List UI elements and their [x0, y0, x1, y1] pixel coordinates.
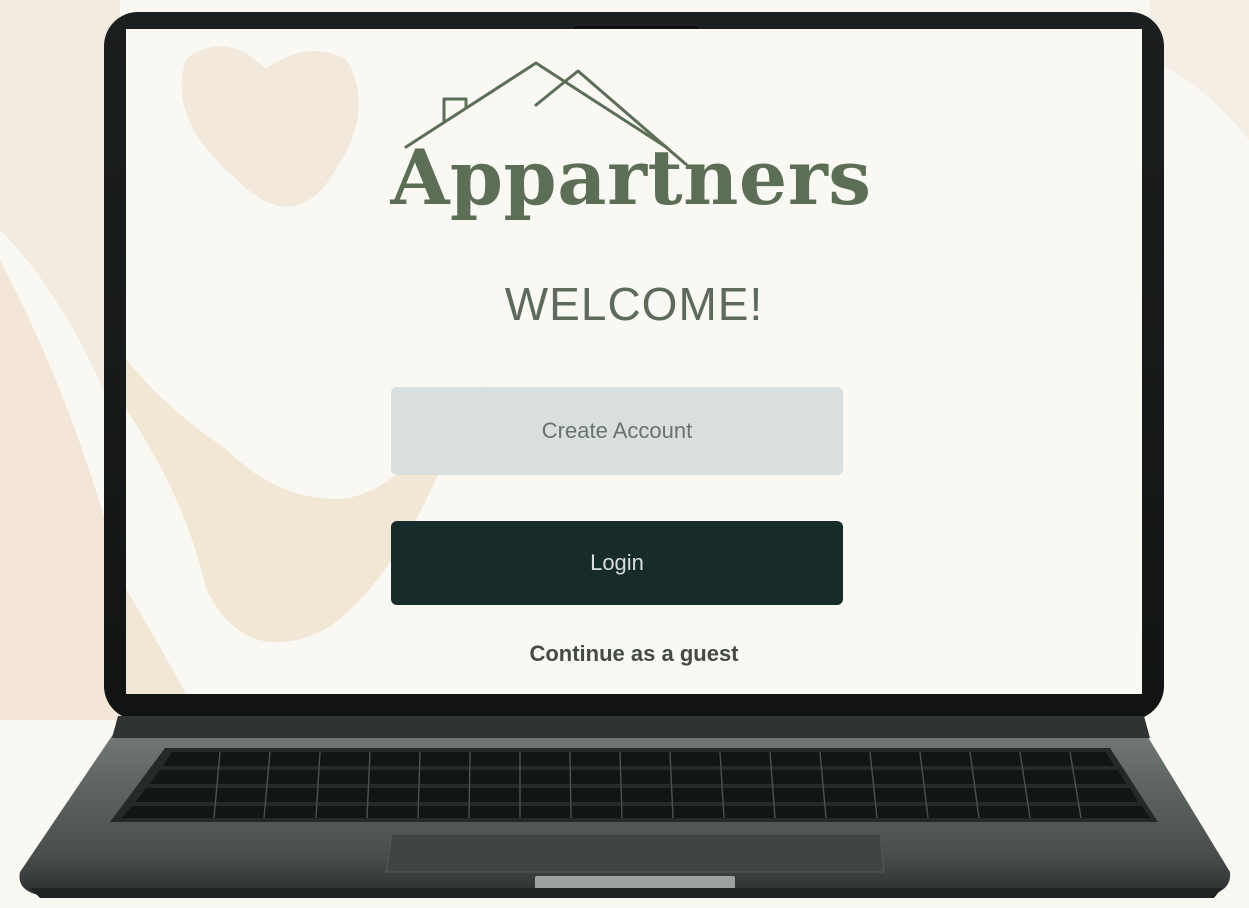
create-account-label: Create Account [541, 418, 693, 443]
app-screen: Appartners WELCOME! Create Account Login… [126, 29, 1142, 694]
app-logo: Appartners [366, 55, 896, 255]
brand-name: Appartners [390, 133, 872, 222]
continue-as-guest-link[interactable]: Continue as a guest [126, 641, 1142, 667]
login-button[interactable]: Login [391, 521, 843, 605]
create-account-button[interactable]: Create Account [391, 387, 843, 475]
laptop-mockup: Appartners WELCOME! Create Account Login… [0, 0, 1249, 908]
welcome-heading: WELCOME! [504, 278, 764, 330]
login-label: Login [590, 550, 644, 575]
